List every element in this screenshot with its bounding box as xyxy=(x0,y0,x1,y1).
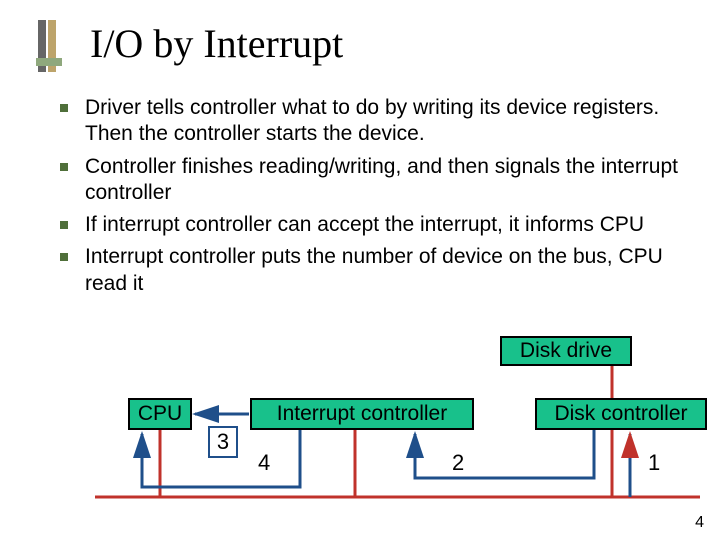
page-number: 4 xyxy=(695,514,704,532)
box-disk-controller: Disk controller xyxy=(535,398,707,430)
box-disk-drive: Disk drive xyxy=(500,336,632,366)
box-interrupt-controller: Interrupt controller xyxy=(250,398,474,430)
diagram-wires xyxy=(0,0,720,540)
step-label-3: 3 xyxy=(208,426,238,458)
box-cpu: CPU xyxy=(128,398,192,430)
interrupt-diagram: Disk drive CPU Interrupt controller Disk… xyxy=(0,0,720,540)
step-label-2: 2 xyxy=(452,450,464,476)
step-label-1: 1 xyxy=(648,450,660,476)
step-label-4: 4 xyxy=(258,450,270,476)
